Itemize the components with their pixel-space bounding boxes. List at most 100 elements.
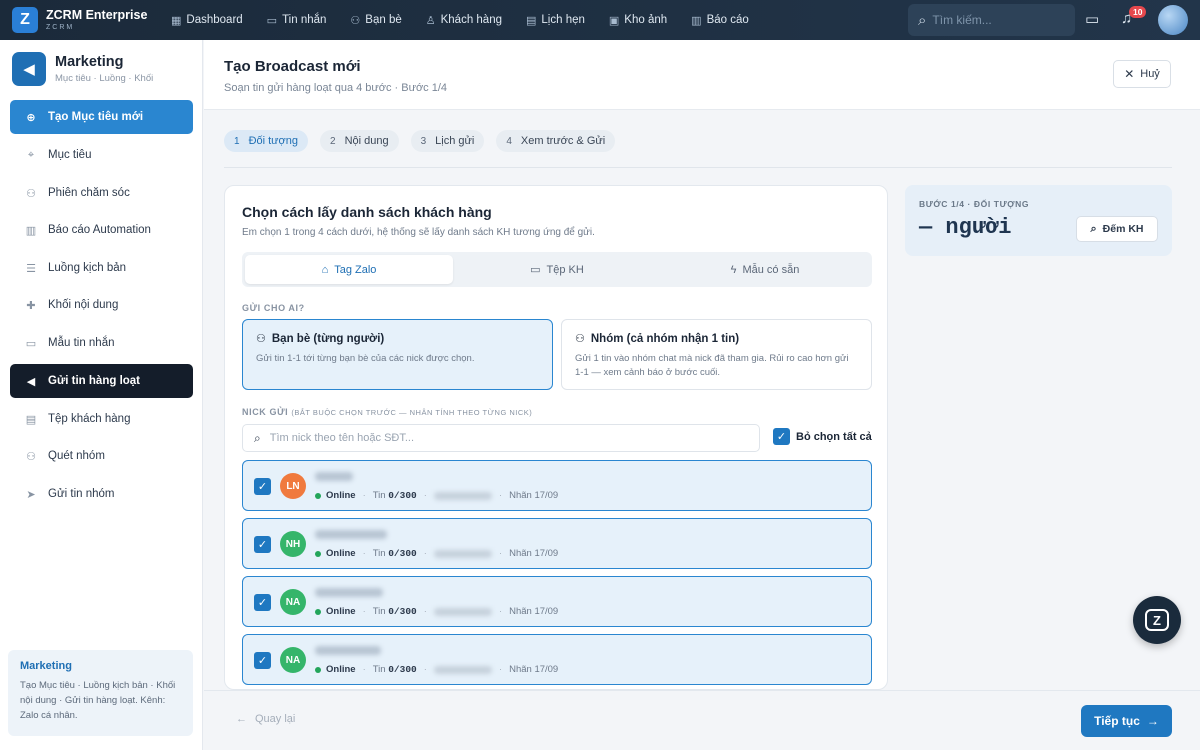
nick-row[interactable]: ✓ NA Online · Tin 0/300 · · Nhãn 17/09 xyxy=(242,576,872,627)
tab-customer-file[interactable]: ▭ Tệp KH xyxy=(453,255,661,284)
folder-icon: ▭ xyxy=(530,264,541,276)
nick-search[interactable]: ⌕ xyxy=(242,424,760,452)
phone-blurred xyxy=(433,665,492,674)
nick-search-input[interactable] xyxy=(269,432,740,444)
next-button[interactable]: Tiếp tục → xyxy=(1081,705,1172,737)
chart-icon: ▥ xyxy=(25,224,37,237)
sidebar-footer-card: Marketing Tạo Mục tiêu · Luồng kịch bản … xyxy=(8,650,193,736)
check-icon[interactable]: ✓ xyxy=(254,536,271,553)
arrow-right-icon: → xyxy=(1146,714,1159,728)
audience-card: Chọn cách lấy danh sách khách hàng Em ch… xyxy=(224,185,888,690)
cancel-button[interactable]: ✕ Huỷ xyxy=(1113,60,1171,88)
online-dot-icon xyxy=(315,666,321,673)
divider xyxy=(224,167,1172,168)
calendar-icon: ▤ xyxy=(526,14,537,27)
brand-logo: Z xyxy=(12,7,38,33)
sidebar-item-care-sessions[interactable]: ⚇ Phiên chăm sóc xyxy=(10,176,193,210)
list-icon: ☰ xyxy=(26,262,36,275)
online-dot-icon xyxy=(315,608,321,615)
avatar: NA xyxy=(280,589,306,615)
sidebar-item-automation-report[interactable]: ▥ Báo cáo Automation xyxy=(10,213,193,247)
user-plus-icon: ⚇ xyxy=(26,187,36,200)
nick-row[interactable]: ✓ NH Online · Tin 0/300 · · Nhãn 17/09 xyxy=(242,518,872,569)
count-customers-button[interactable]: ⌕ Đếm KH xyxy=(1076,216,1158,242)
choice-friends[interactable]: ⚇ Bạn bè (từng người) Gửi tin 1-1 tới từn… xyxy=(242,319,553,390)
nav-images[interactable]: ▣ Kho ảnh xyxy=(598,0,678,40)
search-icon: ⌕ xyxy=(1090,222,1097,235)
page-subtitle: Soạn tin gửi hàng loạt qua 4 bước · Bước… xyxy=(224,82,448,94)
nav-reports[interactable]: ▥ Báo cáo xyxy=(680,0,760,40)
stepper: 1 Đối tượng 2 Nội dung 3 Lịch gửi 4 Xem trướ… xyxy=(224,130,616,152)
brand-name: ZCRM Enterprise xyxy=(46,8,148,23)
page-header: Tạo Broadcast mới Soạn tin gửi hàng loạt… xyxy=(204,40,1200,110)
step-content[interactable]: 2 Nội dung xyxy=(320,130,399,152)
folder-user-icon: ▤ xyxy=(25,413,37,426)
check-icon[interactable]: ✓ xyxy=(254,478,271,495)
nick-row[interactable]: ✓ LN Online · Tin 0/300 · · Nhãn 17/09 xyxy=(242,460,872,511)
sidebar-item-goals[interactable]: ⌖ Mục tiêu xyxy=(10,138,193,172)
check-icon[interactable]: ✓ xyxy=(254,594,271,611)
zalo-icon: Z xyxy=(1145,609,1169,631)
global-search[interactable]: ⌕ xyxy=(908,4,1075,36)
search-icon: ⌕ xyxy=(918,11,927,29)
sidebar-title: Marketing xyxy=(55,54,124,70)
arrow-left-icon: ← xyxy=(236,713,247,725)
user-icon: ♙ xyxy=(425,14,436,27)
sidebar-item-message-templates[interactable]: ▭ Mẫu tin nhắn xyxy=(10,326,193,360)
nav-calendar[interactable]: ▤ Lịch hẹn xyxy=(515,0,596,40)
nick-name-blurred xyxy=(315,588,383,597)
sidebar-header: ◀ Marketing Mục tiêu · Luồng · Khối xyxy=(0,40,202,98)
avatar: LN xyxy=(280,473,306,499)
global-search-input[interactable] xyxy=(932,13,1058,27)
choice-groups[interactable]: ⚇ Nhóm (cả nhóm nhận 1 tin) Gửi 1 tin vào… xyxy=(561,319,872,390)
group-icon: ⚇ xyxy=(26,450,36,463)
tag-icon: ⌂ xyxy=(321,263,329,276)
bolt-icon: ϟ xyxy=(730,263,737,276)
deselect-all-checkbox[interactable]: ✓ Bỏ chọn tất cả xyxy=(773,428,872,445)
send-to-label: GỬI CHO AI? xyxy=(242,303,305,313)
nick-label: NICK GỬI (BẮT BUỘC CHỌN TRƯỚC — NHÂN TÍN… xyxy=(242,407,533,417)
sidebar-footer-text: Tạo Mục tiêu · Luồng kịch bản · Khối nội… xyxy=(20,680,176,721)
card-title: Chọn cách lấy danh sách khách hàng xyxy=(242,204,492,220)
step-schedule[interactable]: 3 Lịch gửi xyxy=(410,130,485,152)
summary-panel: BƯỚC 1/4 · ĐỐI TƯỢNG — người ⌕ Đếm KH xyxy=(905,185,1172,256)
phone-blurred xyxy=(433,491,492,500)
check-icon[interactable]: ✓ xyxy=(254,652,271,669)
step-preview-send[interactable]: 4 Xem trước & Gửi xyxy=(496,130,616,152)
top-bar: Z ZCRM Enterprise ZCRM ▦ Dashboard ▭ Tin n… xyxy=(0,0,1200,40)
tab-tag-zalo[interactable]: ⌂ Tag Zalo xyxy=(245,255,453,284)
recipient-count: — người xyxy=(919,215,1012,240)
top-nav: ▦ Dashboard ▭ Tin nhắn ⚇ Bạn bè ♙ Khách hàng… xyxy=(160,0,760,40)
wizard-footer: ← Quay lại Tiếp tục → xyxy=(204,690,1200,750)
nav-friends[interactable]: ⚇ Bạn bè xyxy=(339,0,412,40)
nick-name-blurred xyxy=(315,530,387,539)
sidebar-item-customer-files[interactable]: ▤ Tệp khách hàng xyxy=(10,402,193,436)
step-audience[interactable]: 1 Đối tượng xyxy=(224,130,308,152)
report-icon: ▥ xyxy=(691,14,702,27)
sidebar-item-scan-groups[interactable]: ⚇ Quét nhóm xyxy=(10,439,193,473)
plus-circle-icon: ⊕ xyxy=(26,111,36,124)
nick-name-blurred xyxy=(315,646,381,655)
sidebar-item-create-goal[interactable]: ⊕ Tạo Mục tiêu mới xyxy=(10,100,193,134)
zalo-chat-fab[interactable]: Z xyxy=(1133,596,1181,644)
user-avatar[interactable] xyxy=(1158,5,1188,35)
nav-messages[interactable]: ▭ Tin nhắn xyxy=(256,0,338,40)
devices-icon[interactable]: ▭ xyxy=(1085,10,1099,28)
sidebar-item-content-blocks[interactable]: ✚ Khối nội dung xyxy=(10,288,193,322)
tab-templates[interactable]: ϟ Mẫu có sẵn xyxy=(661,255,869,284)
megaphone-icon: ◀ xyxy=(12,52,46,86)
grid-icon: ▦ xyxy=(171,14,182,27)
nick-row[interactable]: ✓ NA Online · Tin 0/300 · · Nhãn 17/09 xyxy=(242,634,872,685)
search-icon: ⌕ xyxy=(254,430,261,445)
nav-customers[interactable]: ♙ Khách hàng xyxy=(415,0,513,40)
brand[interactable]: Z ZCRM Enterprise ZCRM xyxy=(0,7,160,33)
check-icon: ✓ xyxy=(773,428,790,445)
nav-dashboard[interactable]: ▦ Dashboard xyxy=(160,0,254,40)
back-button[interactable]: ← Quay lại xyxy=(236,713,295,725)
sidebar-item-flows[interactable]: ☰ Luồng kịch bản xyxy=(10,251,193,285)
sidebar-footer-title: Marketing xyxy=(20,660,72,672)
sidebar-item-send-group[interactable]: ➤ Gửi tin nhóm xyxy=(10,477,193,511)
image-icon: ▣ xyxy=(608,14,620,27)
sidebar-item-broadcast[interactable]: ◀ Gửi tin hàng loạt xyxy=(10,364,193,398)
group-icon: ⚇ xyxy=(575,333,585,345)
